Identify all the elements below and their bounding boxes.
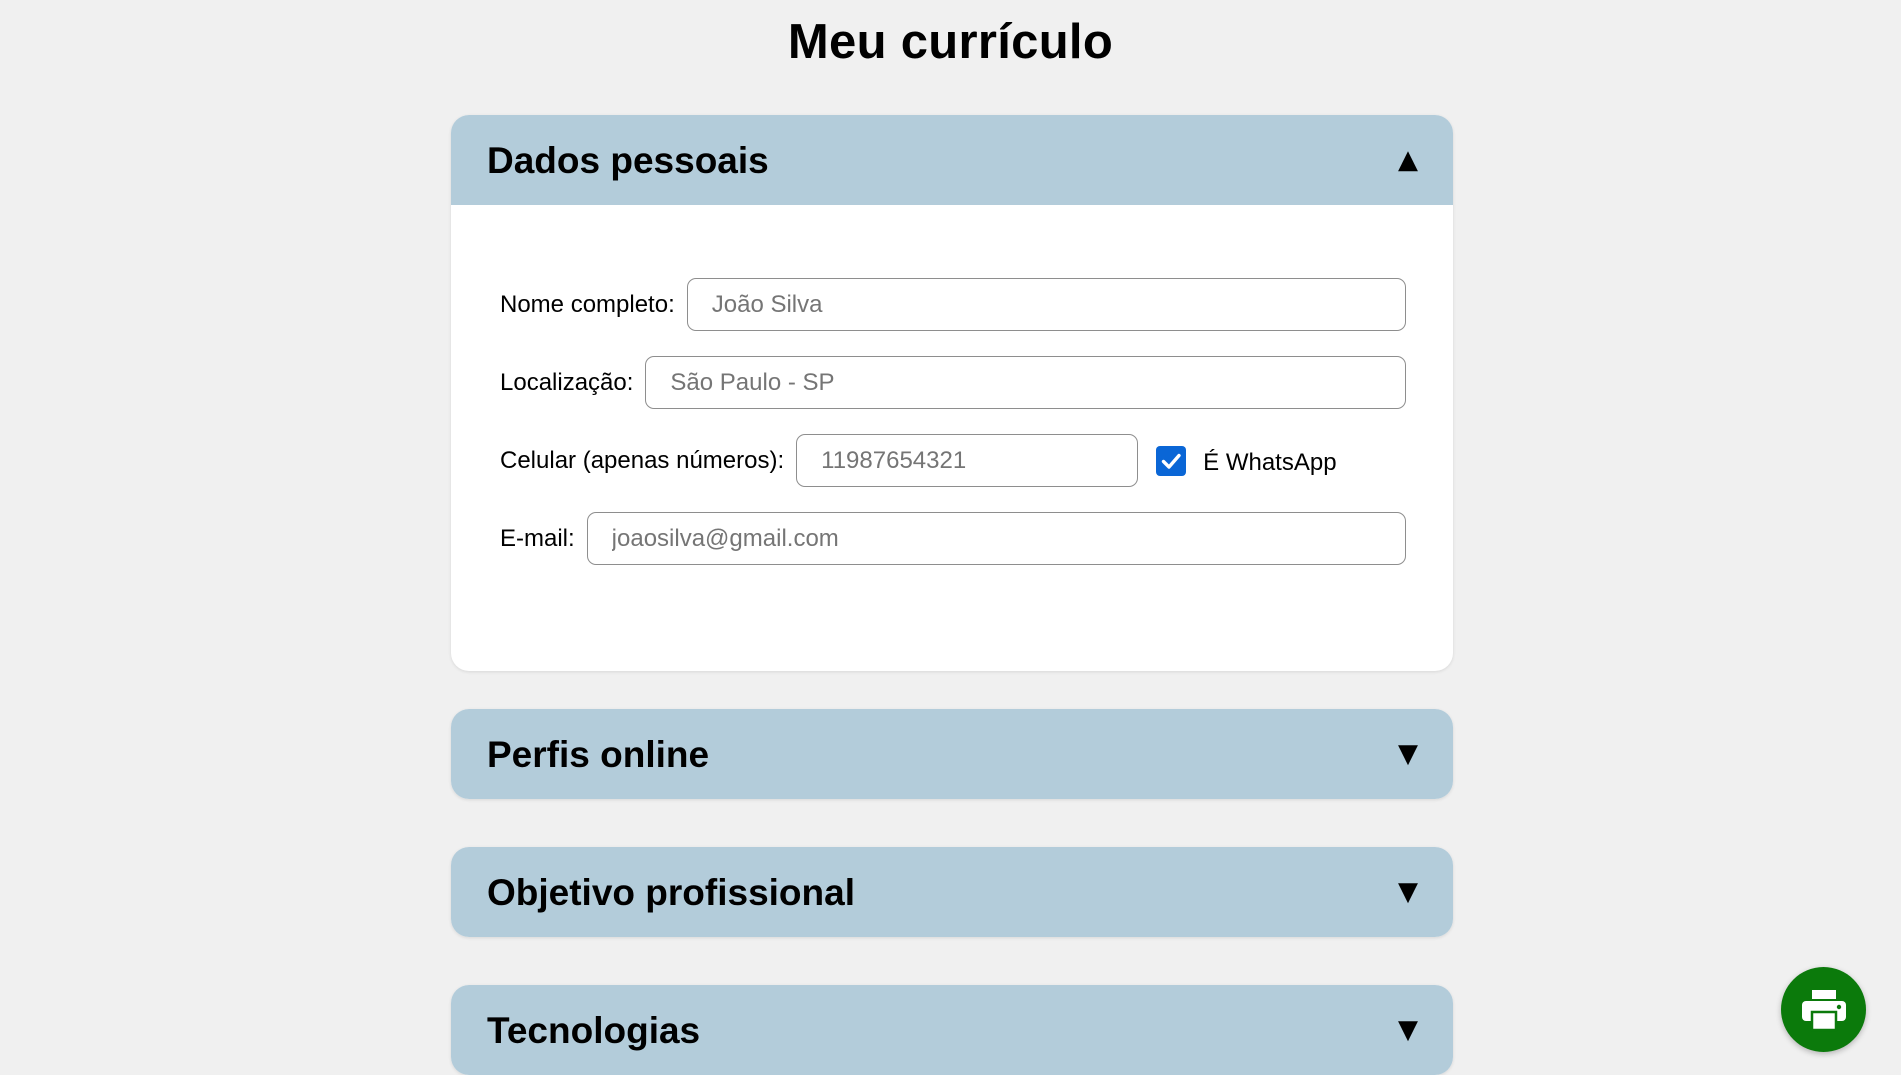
section-header-perfis-online[interactable]: Perfis online ▼	[451, 709, 1453, 799]
print-button[interactable]	[1781, 967, 1866, 1052]
section-title: Tecnologias	[487, 1009, 701, 1051]
section-perfis-online: Perfis online ▼	[451, 709, 1453, 799]
form-row-email: E-mail:	[498, 511, 1406, 566]
localizacao-input[interactable]	[645, 356, 1406, 409]
printer-icon	[1801, 989, 1846, 1031]
section-body-dados-pessoais: Nome completo: Localização: Celular (ape…	[451, 205, 1453, 671]
section-header-dados-pessoais[interactable]: Dados pessoais ▲	[451, 115, 1453, 205]
chevron-down-icon: ▼	[1398, 1015, 1418, 1045]
celular-label: Celular (apenas números):	[500, 446, 785, 474]
form-row-nome: Nome completo:	[498, 277, 1406, 332]
chevron-down-icon: ▼	[1398, 877, 1418, 907]
section-dados-pessoais: Dados pessoais ▲ Nome completo: Localiza…	[451, 115, 1453, 671]
form-row-localizacao: Localização:	[498, 355, 1406, 410]
section-header-objetivo-profissional[interactable]: Objetivo profissional ▼	[451, 847, 1453, 937]
email-label: E-mail:	[500, 524, 575, 552]
localizacao-label: Localização:	[500, 368, 634, 396]
chevron-down-icon: ▼	[1398, 739, 1418, 769]
form-row-celular: Celular (apenas números): É WhatsApp	[498, 433, 1406, 488]
section-title: Objetivo profissional	[487, 871, 855, 913]
section-title: Perfis online	[487, 733, 710, 775]
page-title: Meu currículo	[787, 15, 1114, 69]
whatsapp-group: É WhatsApp	[1156, 445, 1337, 477]
whatsapp-checkbox[interactable]	[1156, 445, 1187, 476]
chevron-up-icon: ▲	[1398, 145, 1418, 175]
section-title: Dados pessoais	[487, 139, 769, 181]
checkmark-icon	[1161, 453, 1181, 469]
email-input[interactable]	[586, 512, 1406, 565]
section-tecnologias: Tecnologias ▼	[451, 985, 1453, 1075]
section-header-tecnologias[interactable]: Tecnologias ▼	[451, 985, 1453, 1075]
nome-label: Nome completo:	[500, 290, 675, 318]
celular-input[interactable]	[796, 434, 1139, 487]
whatsapp-label[interactable]: É WhatsApp	[1203, 449, 1336, 477]
section-objetivo-profissional: Objetivo profissional ▼	[451, 847, 1453, 937]
nome-input[interactable]	[686, 278, 1406, 331]
